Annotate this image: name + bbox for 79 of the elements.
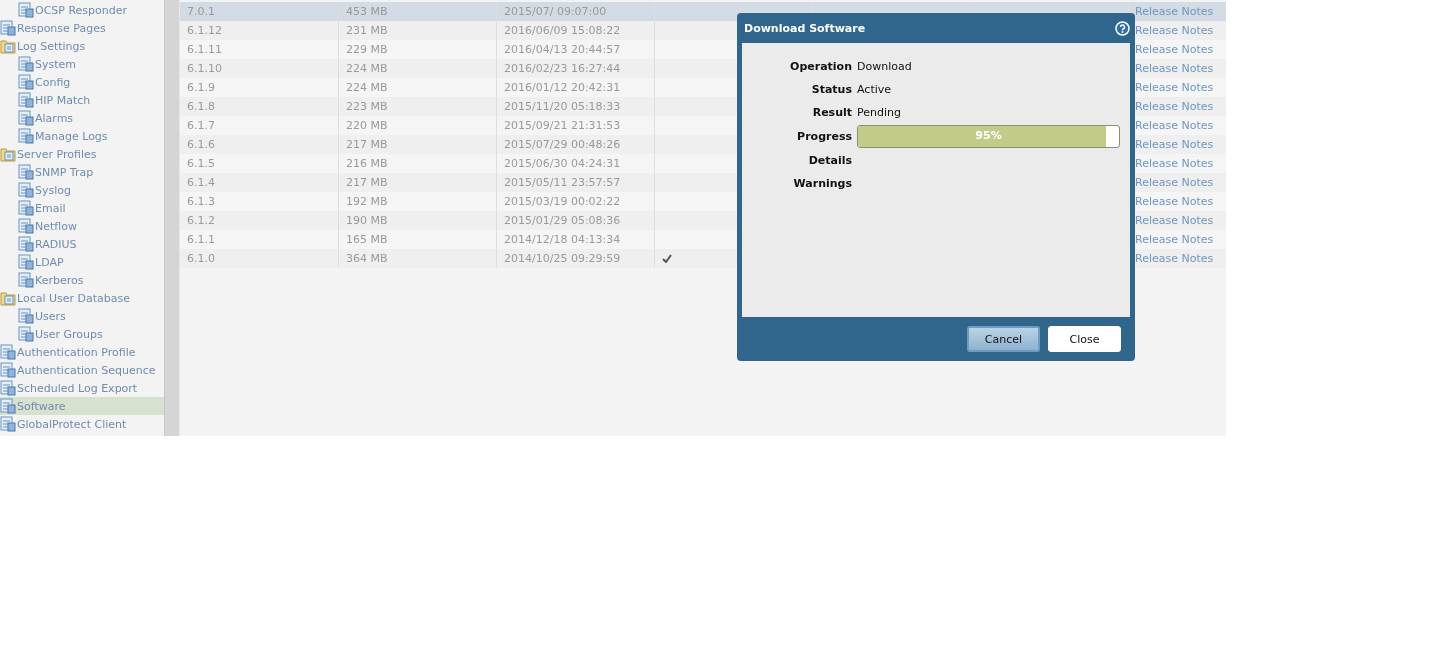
tree-item[interactable]: Log Settings (0, 37, 164, 55)
tree-item[interactable]: User Groups (0, 325, 164, 343)
field-label: Status (810, 83, 852, 96)
release-notes-link[interactable]: Release Notes (1135, 138, 1214, 151)
tree-item[interactable]: Manage Logs (0, 127, 164, 145)
tree-item[interactable]: Authentication Profile (0, 343, 164, 361)
dialog-title: Download Software (744, 21, 866, 35)
document-icon (0, 398, 16, 414)
release-notes-link[interactable]: Release Notes (1135, 214, 1214, 227)
document-icon (18, 164, 34, 180)
tree-item[interactable]: OCSP Responder (0, 1, 164, 19)
document-icon (18, 272, 34, 288)
field-label: Result (811, 106, 852, 119)
release-notes-link[interactable]: Release Notes (1135, 157, 1214, 170)
tree-item[interactable]: Authentication Sequence (0, 361, 164, 379)
tree-item[interactable]: System (0, 55, 164, 73)
document-icon (18, 236, 34, 252)
tree-item[interactable]: Syslog (0, 181, 164, 199)
tree-item[interactable]: Alarms (0, 109, 164, 127)
release-notes-link[interactable]: Release Notes (1135, 195, 1214, 208)
document-icon (0, 362, 16, 378)
table-cell: 364 MB (339, 249, 497, 268)
document-icon (0, 344, 16, 360)
document-icon (0, 380, 16, 396)
document-icon (18, 110, 34, 126)
tree-item[interactable]: Server Profiles (0, 145, 164, 163)
document-icon (18, 218, 34, 234)
release-notes-link[interactable]: Release Notes (1135, 5, 1214, 18)
field-value: Download (857, 60, 913, 73)
progress-bar: 95% (857, 125, 1120, 148)
tree-item[interactable]: Email (0, 199, 164, 217)
tree-item[interactable]: Software (0, 397, 164, 415)
tree-item[interactable]: HIP Match (0, 91, 164, 109)
tree-item[interactable]: Netflow (0, 217, 164, 235)
release-notes-link[interactable]: Release Notes (1135, 233, 1214, 246)
field-label: Warnings (792, 177, 852, 190)
document-icon (18, 74, 34, 90)
tree-item[interactable]: Config (0, 73, 164, 91)
release-notes-link[interactable]: Release Notes (1135, 252, 1214, 265)
field-label: Details (807, 154, 852, 167)
document-icon (18, 56, 34, 72)
tree-item[interactable]: SNMP Trap (0, 163, 164, 181)
field-label: Operation (789, 60, 852, 73)
release-notes-link[interactable]: Release Notes (1135, 62, 1214, 75)
document-icon (18, 92, 34, 108)
folder-icon (0, 38, 16, 54)
document-icon (18, 308, 34, 324)
release-notes-link[interactable]: Release Notes (1135, 81, 1214, 94)
tree-item[interactable]: GlobalProtect Client (0, 415, 164, 433)
document-icon (18, 254, 34, 270)
release-notes-link[interactable]: Release Notes (1135, 176, 1214, 189)
release-notes-link[interactable]: Release Notes (1135, 119, 1214, 132)
table-cell: 2014/10/25 09:29:59 (497, 249, 655, 268)
cancel-button[interactable]: Cancel (967, 326, 1040, 352)
tree-item[interactable]: Kerberos (0, 271, 164, 289)
document-icon (0, 20, 16, 36)
tree-item[interactable]: Local User Database (0, 289, 164, 307)
field-value: Pending (857, 106, 902, 119)
tree-item[interactable]: Response Pages (0, 19, 164, 37)
tree-item[interactable]: RADIUS (0, 235, 164, 253)
tree-item[interactable]: Users (0, 307, 164, 325)
document-icon (18, 326, 34, 342)
release-notes-link[interactable]: Release Notes (1135, 24, 1214, 37)
folder-icon (0, 146, 16, 162)
document-icon (18, 182, 34, 198)
help-icon[interactable] (1115, 20, 1130, 36)
field-value: Active (857, 83, 893, 96)
release-notes-link[interactable]: Release Notes (1135, 43, 1214, 56)
document-icon (0, 416, 16, 432)
field-label: Progress (796, 130, 852, 143)
close-button[interactable]: Close (1048, 326, 1121, 352)
document-icon (18, 200, 34, 216)
table-cell: 6.1.0 (180, 249, 339, 268)
tree-item[interactable]: LDAP (0, 253, 164, 271)
document-icon (18, 2, 34, 18)
tree-item[interactable]: Scheduled Log Export (0, 379, 164, 397)
folder-icon (0, 290, 16, 306)
release-notes-link[interactable]: Release Notes (1135, 100, 1214, 113)
document-icon (18, 128, 34, 144)
